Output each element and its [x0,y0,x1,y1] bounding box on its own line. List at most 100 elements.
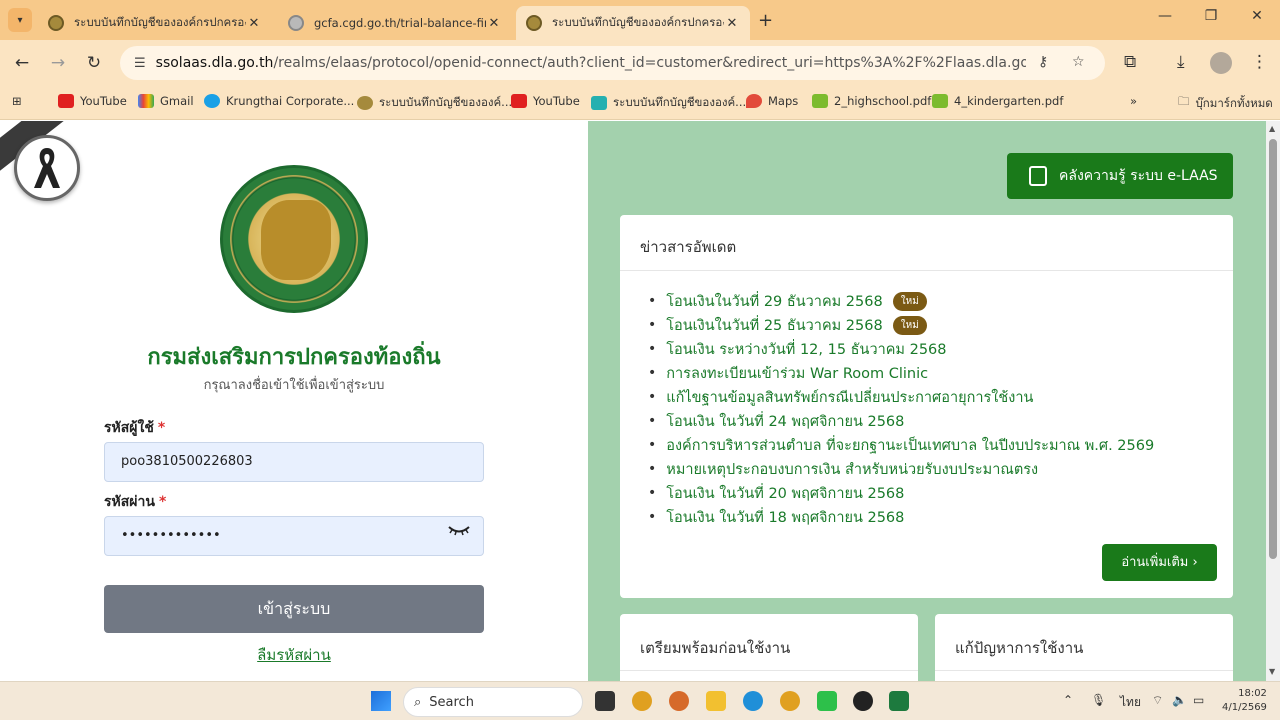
news-item[interactable]: หมายเหตุประกอบงบการเงิน สำหรับหน่วยรับงบ… [648,457,1154,481]
scrollbar-thumb[interactable] [1269,139,1277,559]
dla-icon [357,96,373,110]
microphone-icon[interactable]: 🎙 [1091,693,1106,707]
troubleshoot-card: แก้ปัญหาการใช้งาน [935,614,1233,681]
more-menu-icon[interactable]: ⋮ [1251,52,1268,72]
tab-gcfa[interactable]: gcfa.cgd.go.th/trial-balance-financ ✕ [278,6,512,40]
login-panel: กรมส่งเสริมการปกครองท้องถิ่น กรุณาลงชื่อ… [0,121,588,681]
restore-icon[interactable]: ❐ [1196,8,1226,24]
edge-icon[interactable] [743,691,763,711]
file-explorer-icon[interactable] [706,691,726,711]
bookmark-maps[interactable]: Maps [746,94,798,108]
new-tab-icon[interactable]: + [758,10,773,31]
forgot-password-link[interactable]: ลืมรหัสผ่าน [0,643,588,667]
knowledge-base-button[interactable]: คลังความรู้ ระบบ e-LAAS [1007,153,1233,199]
news-item[interactable]: โอนเงิน ในวันที่ 24 พฤศจิกายน 2568 [648,409,1154,433]
battery-icon[interactable]: ▭ [1193,693,1204,707]
excel-icon[interactable] [889,691,909,711]
chrome-active-icon[interactable] [780,691,800,711]
news-item[interactable]: โอนเงินในวันที่ 29 ธันวาคม 2568ใหม่ [648,289,1154,313]
login-button[interactable]: เข้าสู่ระบบ [104,585,484,633]
read-more-button[interactable]: อ่านเพิ่มเติม › [1102,544,1217,581]
org-subtitle: กรุณาลงชื่อเข้าใช้เพื่อเข้าสู่ระบบ [203,378,385,393]
password-key-icon[interactable]: ⚷ [1038,54,1048,70]
tab-title: gcfa.cgd.go.th/trial-balance-financ [314,16,486,30]
org-title: กรมส่งเสริมการปกครองท้องถิ่น [147,345,441,370]
tab-elaas-1[interactable]: ระบบบันทึกบัญชีขององค์กรปกครองส่วนท้องถิ… [38,6,272,40]
tray-chevron-icon[interactable]: ⌃ [1063,693,1073,707]
prepare-card: เตรียมพร้อมก่อนใช้งาน [620,614,918,681]
news-item[interactable]: โอนเงิน ในวันที่ 18 พฤศจิกายน 2568 [648,505,1154,529]
username-input[interactable]: poo3810500226803 [104,442,484,482]
apps-grid-icon[interactable]: ⊞ [12,94,22,108]
gmail-icon [138,94,154,108]
close-tab-icon[interactable]: ✕ [724,16,740,31]
tab-title: ระบบบันทึกบัญชีขององค์กรปกครองส่วนท้องถิ… [552,15,724,29]
bookmark-elaas-2[interactable]: ระบบบันทึกบัญชีขององค์... [591,94,746,112]
new-badge: ใหม่ [892,291,927,311]
pdf-icon [812,94,828,108]
minimize-icon[interactable]: — [1150,8,1180,24]
windows-start-icon[interactable] [371,691,391,711]
taskbar-search[interactable]: ⌕ Search [403,687,583,717]
windows-taskbar: ⌕ Search ⌃ 🎙 ไทย ⌔ 🔈 ▭ 18:02 4/1/2569 [0,681,1280,720]
site-info-icon[interactable]: ☰ [134,56,146,71]
volume-icon[interactable]: 🔈 [1172,693,1187,707]
input-language[interactable]: ไทย [1120,693,1141,712]
close-tab-icon[interactable]: ✕ [486,16,502,31]
scroll-down-icon[interactable]: ▼ [1269,667,1275,676]
clock[interactable]: 18:02 4/1/2569 [1222,687,1267,715]
taskbar-search-label: Search [429,694,474,710]
krungthai-icon [204,94,220,108]
news-item[interactable]: โอนเงิน ระหว่างวันที่ 12, 15 ธันวาคม 256… [648,337,1154,361]
line-icon[interactable] [817,691,837,711]
download-icon[interactable]: ⤓ [1177,52,1185,72]
wifi-icon[interactable]: ⌔ [1152,693,1163,708]
news-item[interactable]: องค์การบริหารส่วนตำบล ที่จะยกฐานะเป็นเทศ… [648,433,1154,457]
profile-avatar[interactable] [1210,52,1232,74]
dla-favicon-icon [48,15,64,31]
chrome-icon[interactable] [632,691,652,711]
scroll-up-icon[interactable]: ▲ [1269,124,1275,133]
bookmark-highschool-pdf[interactable]: 2_highschool.pdf [812,94,931,108]
all-bookmarks[interactable]: 🗀 บุ๊กมาร์กทั้งหมด [1178,94,1273,113]
gcfa-favicon-icon [288,15,304,31]
bookmark-youtube[interactable]: YouTube [58,94,127,108]
news-item[interactable]: แก้ไขฐานข้อมูลสินทรัพย์กรณีเปลี่ยนประกาศ… [648,385,1154,409]
password-input[interactable]: ••••••••••••• [104,516,484,556]
back-icon[interactable]: ← [9,50,35,76]
new-badge: ใหม่ [892,315,927,335]
close-tab-icon[interactable]: ✕ [246,16,262,31]
recorder-icon[interactable] [853,691,873,711]
news-item[interactable]: การลงทะเบียนเข้าร่วม War Room Clinic [648,361,1154,385]
bookmark-elaas[interactable]: ระบบบันทึกบัญชีขององค์... [357,94,512,112]
youtube-icon [511,94,527,108]
bookmarks-bar: ⊞ YouTube Gmail Krungthai Corporate... ร… [0,86,1280,120]
address-bar[interactable]: ☰ ssolaas.dla.go.th/realms/elaas/protoco… [120,46,1105,80]
browser-tab-strip: ▾ ระบบบันทึกบัญชีขององค์กรปกครองส่วนท้อง… [0,0,1280,40]
chrome-profile-icon[interactable] [669,691,689,711]
password-label: รหัสผ่าน * [104,494,167,510]
tab-title: ระบบบันทึกบัญชีขององค์กรปกครองส่วนท้องถิ… [74,15,246,29]
bookmark-krungthai[interactable]: Krungthai Corporate... [204,94,354,108]
more-bookmarks-icon[interactable]: » [1130,94,1137,108]
search-icon: ⌕ [414,694,422,710]
close-window-icon[interactable]: ✕ [1242,8,1272,24]
forward-icon[interactable]: → [45,50,71,76]
bookmark-youtube-2[interactable]: YouTube [511,94,580,108]
youtube-icon [58,94,74,108]
news-card: ข่าวสารอัพเดต โอนเงินในวันที่ 29 ธันวาคม… [620,215,1233,598]
tab-search-button[interactable]: ▾ [8,8,32,32]
page-scrollbar[interactable]: ▲ ▼ [1266,121,1280,681]
bookmark-star-icon[interactable]: ☆ [1072,54,1085,70]
extensions-icon[interactable]: ⧉ [1124,52,1136,72]
reload-icon[interactable]: ↻ [81,50,107,76]
news-item[interactable]: โอนเงิน ในวันที่ 20 พฤศจิกายน 2568 [648,481,1154,505]
url-text: ssolaas.dla.go.th/realms/elaas/protocol/… [155,55,1026,71]
task-view-icon[interactable] [595,691,615,711]
wifi-site-icon [591,96,607,110]
bookmark-gmail[interactable]: Gmail [138,94,194,108]
tab-elaas-active[interactable]: ระบบบันทึกบัญชีขององค์กรปกครองส่วนท้องถิ… [516,6,750,40]
toggle-password-eye-icon[interactable] [448,524,470,540]
bookmark-kindergarten-pdf[interactable]: 4_kindergarten.pdf [932,94,1063,108]
news-item[interactable]: โอนเงินในวันที่ 25 ธันวาคม 2568ใหม่ [648,313,1154,337]
